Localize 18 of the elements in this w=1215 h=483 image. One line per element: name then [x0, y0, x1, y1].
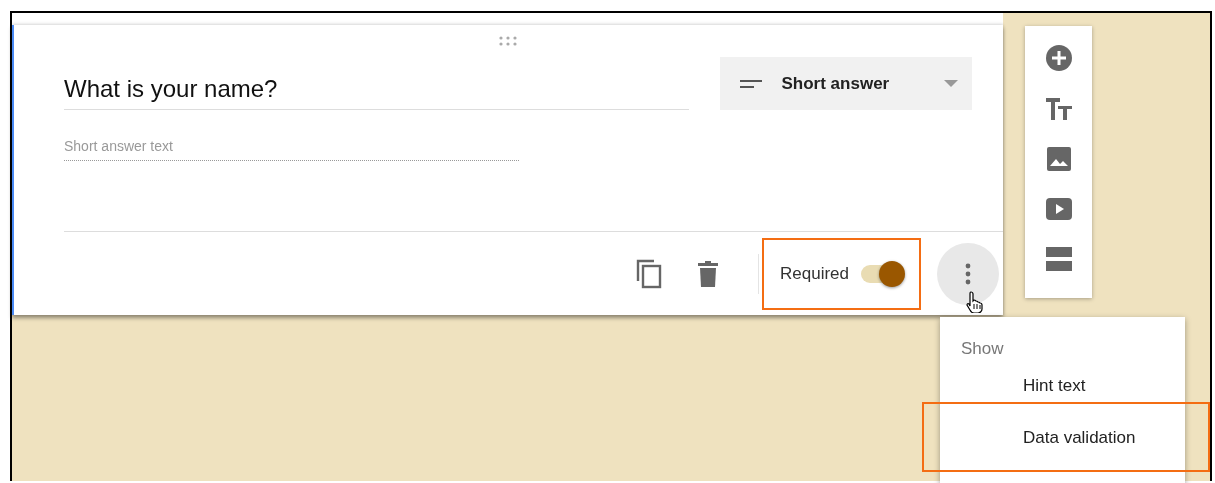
question-type-dropdown[interactable]: Short answer: [719, 57, 972, 110]
text-size-icon[interactable]: [1045, 98, 1072, 121]
caret-icon: [944, 80, 958, 87]
more-vertical-icon: [965, 263, 971, 285]
copy-icon[interactable]: [636, 259, 662, 289]
section-icon[interactable]: [1045, 246, 1072, 271]
drag-handle-icon[interactable]: [498, 36, 518, 46]
menu-item[interactable]: Data validation: [940, 428, 1185, 480]
image-icon[interactable]: [1046, 147, 1071, 171]
answer-field: Short answer text: [64, 138, 519, 161]
required-label: Required: [780, 264, 849, 284]
short-text-icon: [739, 78, 762, 89]
video-icon[interactable]: [1045, 197, 1072, 220]
question-title-field[interactable]: What is your name?: [64, 57, 689, 110]
trash-icon[interactable]: [698, 261, 718, 287]
menu-header: Show: [960, 339, 1005, 360]
add-icon[interactable]: [1045, 45, 1072, 72]
menu-item[interactable]: Hint text: [940, 376, 1185, 428]
